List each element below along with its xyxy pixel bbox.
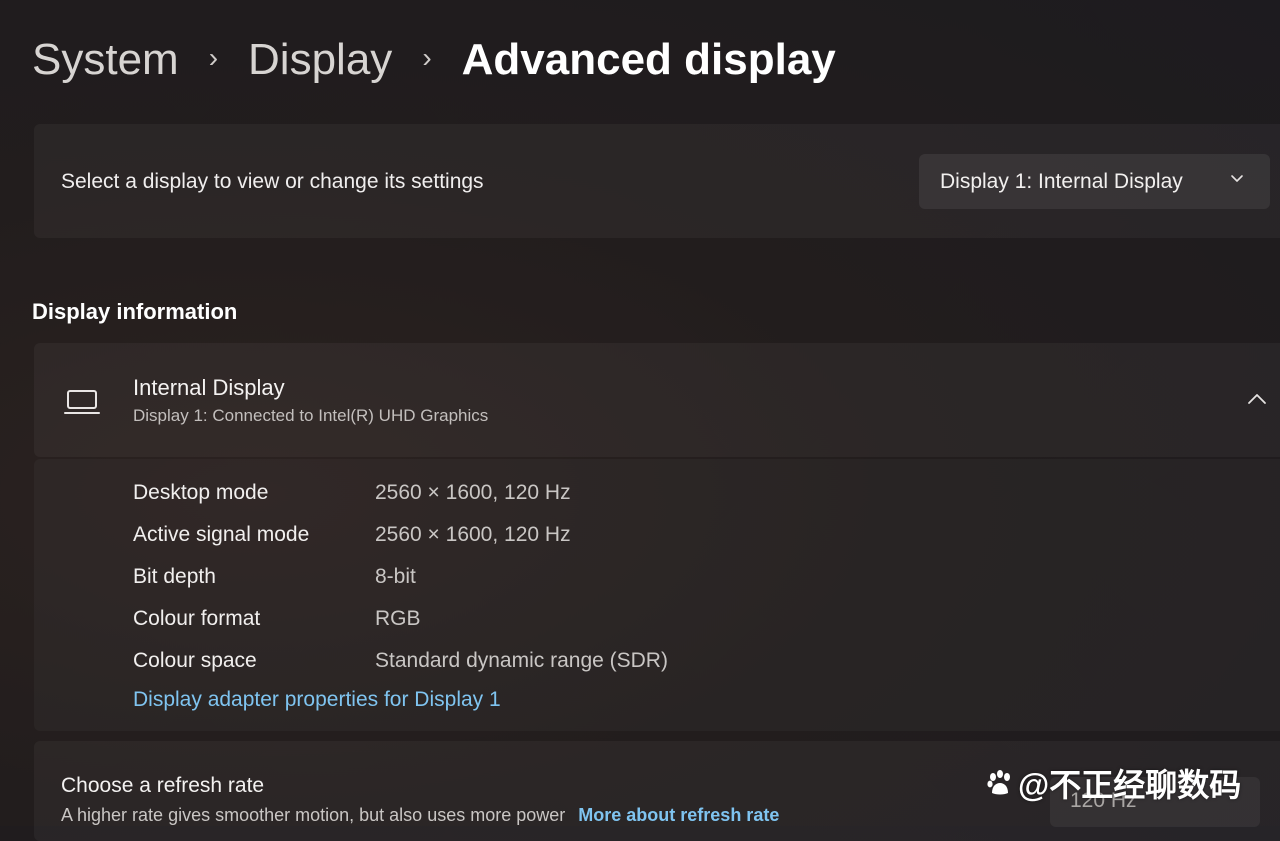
info-row-colour-space: Colour space Standard dynamic range (SDR… bbox=[133, 646, 668, 676]
info-label: Colour space bbox=[133, 649, 257, 672]
info-label: Active signal mode bbox=[133, 523, 310, 546]
info-value: 8-bit bbox=[375, 565, 416, 588]
display-select-label: Select a display to view or change its s… bbox=[61, 170, 484, 193]
refresh-rate-description: A higher rate gives smoother motion, but… bbox=[61, 805, 566, 825]
laptop-icon bbox=[64, 390, 100, 414]
breadcrumb: System › Display › Advanced display bbox=[32, 30, 836, 90]
info-row-desktop-mode: Desktop mode 2560 × 1600, 120 Hz bbox=[133, 478, 571, 508]
watermark: @不正经聊数码 bbox=[984, 760, 1241, 806]
refresh-rate-title: Choose a refresh rate bbox=[61, 774, 265, 797]
display-adapter-properties-link[interactable]: Display adapter properties for Display 1 bbox=[133, 688, 501, 712]
chevron-up-icon[interactable] bbox=[1246, 391, 1268, 407]
paw-icon bbox=[987, 770, 1010, 795]
refresh-rate-description-row: A higher rate gives smoother motion, but… bbox=[61, 805, 779, 826]
info-value: Standard dynamic range (SDR) bbox=[375, 649, 668, 672]
display-select-card: Select a display to view or change its s… bbox=[34, 124, 1280, 238]
info-value: RGB bbox=[375, 607, 421, 630]
page-title: Advanced display bbox=[461, 35, 836, 84]
more-about-refresh-rate-link[interactable]: More about refresh rate bbox=[578, 805, 779, 825]
display-info-details: Desktop mode 2560 × 1600, 120 Hz Active … bbox=[34, 459, 1280, 731]
info-label: Bit depth bbox=[133, 565, 216, 588]
info-value: 2560 × 1600, 120 Hz bbox=[375, 523, 571, 546]
breadcrumb-separator-icon: › bbox=[208, 42, 219, 73]
breadcrumb-separator-icon: › bbox=[422, 42, 432, 73]
display-connection-info: Display 1: Connected to Intel(R) UHD Gra… bbox=[133, 406, 489, 425]
display-select-dropdown[interactable]: Display 1: Internal Display bbox=[919, 154, 1270, 209]
info-row-bit-depth: Bit depth 8-bit bbox=[133, 562, 416, 592]
info-row-active-signal-mode: Active signal mode 2560 × 1600, 120 Hz bbox=[133, 520, 571, 550]
watermark-text: @不正经聊数码 bbox=[1018, 767, 1242, 803]
info-row-colour-format: Colour format RGB bbox=[133, 604, 421, 634]
chevron-down-icon bbox=[1231, 175, 1243, 182]
display-info-header[interactable]: Internal Display Display 1: Connected to… bbox=[34, 343, 1280, 457]
display-information-heading: Display information bbox=[32, 299, 238, 324]
breadcrumb-system[interactable]: System bbox=[32, 35, 179, 85]
info-label: Colour format bbox=[133, 607, 261, 630]
info-label: Desktop mode bbox=[133, 481, 269, 504]
display-select-value: Display 1: Internal Display bbox=[940, 169, 1183, 193]
info-value: 2560 × 1600, 120 Hz bbox=[375, 481, 571, 504]
display-name: Internal Display bbox=[133, 375, 285, 400]
breadcrumb-display[interactable]: Display bbox=[248, 35, 392, 85]
